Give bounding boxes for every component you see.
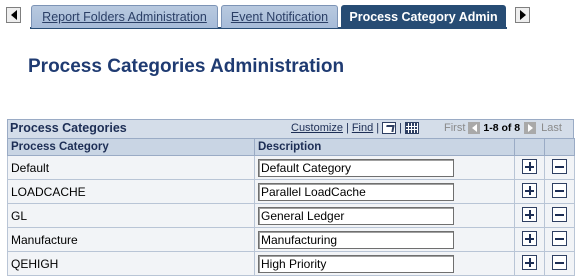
grid-navigation: First 1-8 of 8 Last [444, 122, 562, 134]
delete-row-icon[interactable] [552, 254, 567, 270]
description-cell [254, 227, 515, 252]
table-row: Default [7, 155, 575, 180]
category-cell: Default [7, 155, 255, 180]
tab-strip: Report Folders Administration Event Noti… [0, 0, 580, 33]
description-cell [254, 251, 515, 276]
column-header-description: Description [254, 138, 515, 156]
table-row: Manufacture [7, 227, 575, 252]
add-row-icon[interactable] [522, 230, 537, 246]
download-grid-icon[interactable] [404, 122, 419, 134]
table-row: LOADCACHE [7, 179, 575, 204]
description-input[interactable] [258, 206, 454, 225]
delete-cell [544, 227, 575, 252]
scroll-left-icon [10, 10, 17, 20]
tab-report-folders-administration[interactable]: Report Folders Administration [31, 5, 218, 28]
category-cell: LOADCACHE [7, 179, 255, 204]
category-cell: QEHIGH [7, 251, 255, 276]
delete-row-icon[interactable] [552, 182, 567, 198]
process-categories-grid: Process Categories Customize | Find | | … [7, 119, 575, 276]
delete-cell [544, 155, 575, 180]
column-header-add [514, 138, 545, 156]
previous-button[interactable] [468, 122, 481, 134]
description-cell [254, 203, 515, 228]
table-row: QEHIGH [7, 251, 575, 276]
customize-link[interactable]: Customize [291, 122, 343, 134]
category-cell: Manufacture [7, 227, 255, 252]
add-row-icon[interactable] [522, 182, 537, 198]
add-cell [514, 203, 545, 228]
find-link[interactable]: Find [352, 122, 373, 134]
delete-row-icon[interactable] [552, 206, 567, 222]
separator: | [345, 122, 349, 134]
tab-scroll-left-button[interactable] [6, 7, 21, 23]
add-row-icon[interactable] [522, 206, 537, 222]
delete-row-icon[interactable] [552, 158, 567, 174]
row-count: 1-8 of 8 [483, 122, 521, 134]
add-row-icon[interactable] [522, 158, 537, 174]
description-input[interactable] [258, 158, 454, 177]
column-header-category: Process Category [7, 138, 255, 156]
last-link[interactable]: Last [541, 122, 562, 134]
description-cell [254, 155, 515, 180]
separator: | [399, 122, 402, 134]
scroll-right-icon [519, 10, 526, 20]
tab-scroll-right-button[interactable] [515, 7, 530, 23]
add-cell [514, 227, 545, 252]
next-icon [527, 124, 533, 132]
categories-table: Process Category Description Default LOA… [7, 138, 575, 276]
table-row: GL [7, 203, 575, 228]
delete-cell [544, 179, 575, 204]
column-header-delete [544, 138, 575, 156]
grid-title: Process Categories [10, 121, 127, 135]
description-input[interactable] [258, 182, 454, 201]
category-cell: GL [7, 203, 255, 228]
delete-cell [544, 203, 575, 228]
previous-icon [471, 124, 477, 132]
grid-header: Process Categories Customize | Find | | … [7, 119, 574, 138]
add-cell [514, 155, 545, 180]
description-input[interactable] [258, 230, 454, 249]
add-cell [514, 251, 545, 276]
add-row-icon[interactable] [522, 254, 537, 270]
add-cell [514, 179, 545, 204]
table-header-row: Process Category Description [7, 138, 575, 156]
delete-row-icon[interactable] [552, 230, 567, 246]
description-cell [254, 179, 515, 204]
page-title: Process Categories Administration [28, 56, 345, 77]
tab-process-category-admin[interactable]: Process Category Admin [341, 5, 506, 29]
delete-cell [544, 251, 575, 276]
tab-event-notification[interactable]: Event Notification [221, 5, 338, 28]
description-input[interactable] [258, 254, 454, 273]
first-link[interactable]: First [444, 122, 465, 134]
zoom-icon[interactable] [382, 122, 397, 134]
separator: | [376, 122, 380, 134]
next-button[interactable] [524, 122, 537, 134]
grid-tools: Customize | Find | | [291, 122, 419, 134]
